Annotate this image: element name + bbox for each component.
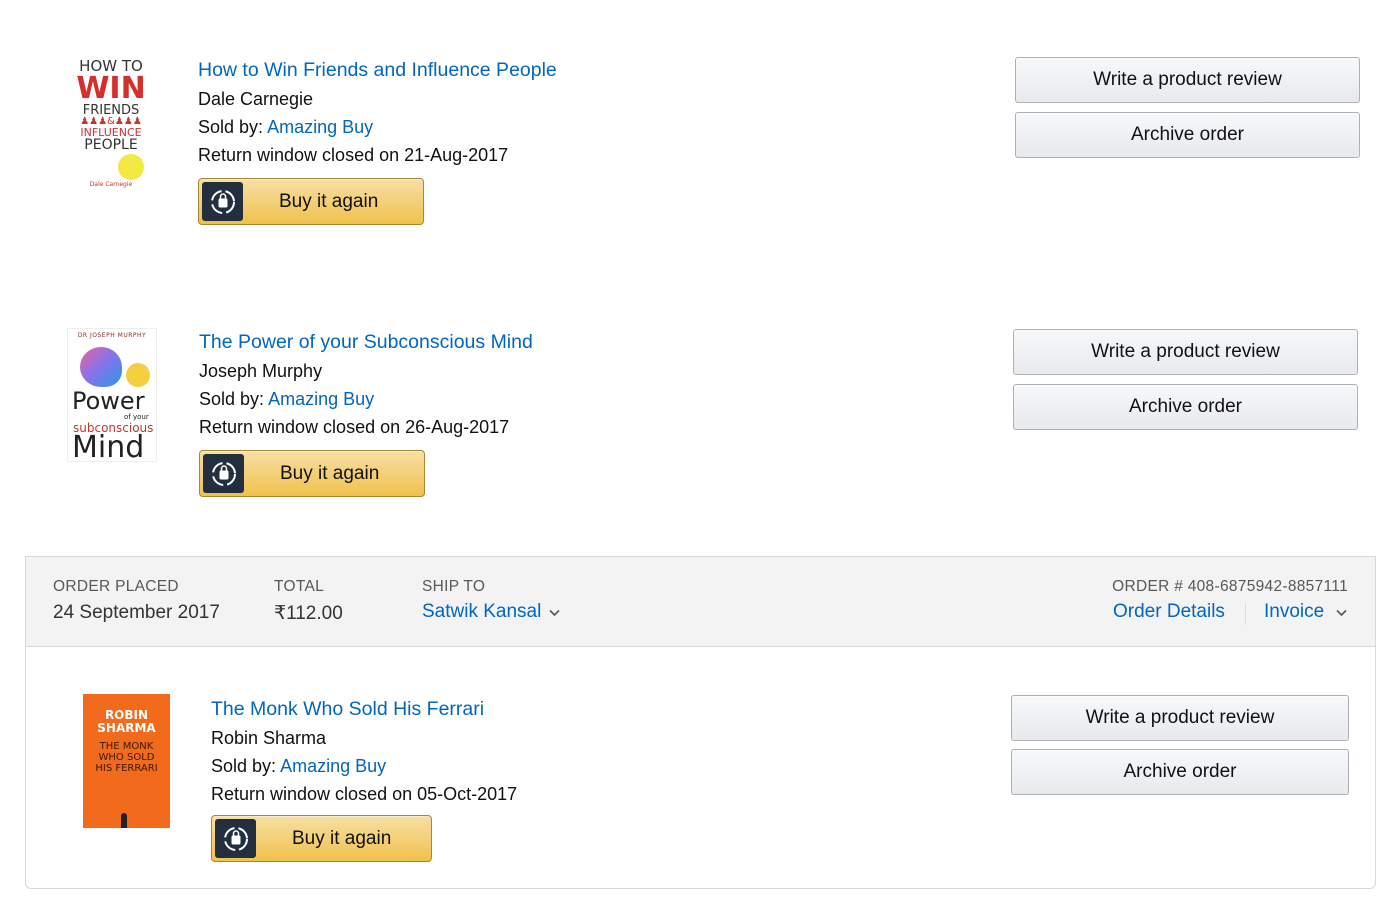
cover-head-art: [80, 347, 122, 387]
ship-to-dropdown[interactable]: Satwik Kansal: [422, 601, 560, 623]
order-placed-label: ORDER PLACED: [53, 578, 179, 595]
order-details-link[interactable]: Order Details: [1113, 601, 1225, 623]
buy-it-again-label: Buy it again: [280, 462, 380, 484]
cover-figure-icon: [121, 813, 127, 828]
cover-text: PEOPLE: [84, 137, 138, 153]
product-author: Robin Sharma: [211, 728, 327, 748]
write-review-button[interactable]: Write a product review: [1013, 329, 1358, 375]
cover-text: Mind: [72, 430, 145, 462]
ship-to-name: Satwik Kansal: [422, 601, 542, 622]
cover-badge: [126, 363, 150, 387]
order-item: HOW TO WIN FRIENDS ♟♟♟&♟♟♟ INFLUENCE PEO…: [0, 0, 1400, 260]
buy-it-again-button[interactable]: Buy it again: [211, 815, 432, 862]
write-review-button[interactable]: Write a product review: [1015, 57, 1360, 103]
archive-order-button[interactable]: Archive order: [1015, 112, 1360, 158]
cover-text: WHO SOLD: [98, 752, 155, 764]
buy-it-again-label: Buy it again: [279, 190, 379, 212]
return-window-text: Return window closed on 21-Aug-2017: [198, 145, 509, 165]
reorder-bag-icon: [202, 182, 243, 221]
order-placed-date: 24 September 2017: [53, 602, 220, 623]
buy-it-again-button[interactable]: Buy it again: [198, 178, 424, 225]
cover-badge: [118, 154, 144, 180]
product-title-link[interactable]: How to Win Friends and Influence People: [198, 58, 557, 82]
archive-order-button[interactable]: Archive order: [1011, 749, 1349, 795]
seller-link[interactable]: Amazing Buy: [280, 756, 386, 776]
cover-text: WIN: [76, 71, 146, 106]
book-cover-image[interactable]: HOW TO WIN FRIENDS ♟♟♟&♟♟♟ INFLUENCE PEO…: [72, 55, 150, 195]
sold-by: Sold by: Amazing Buy: [211, 754, 517, 778]
order-total: ₹112.00: [274, 603, 343, 624]
write-review-button[interactable]: Write a product review: [1011, 695, 1349, 741]
product-title-link[interactable]: The Power of your Subconscious Mind: [199, 330, 533, 354]
cover-text: HIS FERRARI: [95, 763, 158, 775]
sold-by: Sold by: Amazing Buy: [199, 387, 533, 411]
cover-text: Power: [72, 387, 145, 415]
link-divider: [1245, 603, 1246, 625]
ship-to-label: SHIP TO: [422, 578, 486, 595]
cover-text: of your: [124, 413, 149, 421]
reorder-bag-icon: [215, 819, 256, 858]
buy-it-again-button[interactable]: Buy it again: [199, 450, 425, 497]
sold-by: Sold by: Amazing Buy: [198, 115, 557, 139]
cover-text: THE MONK: [99, 741, 154, 753]
cover-text: SHARMA: [97, 721, 156, 736]
order-header: ORDER PLACED 24 September 2017 TOTAL ₹11…: [26, 557, 1375, 647]
return-window-text: Return window closed on 26-Aug-2017: [199, 417, 510, 437]
book-cover-image[interactable]: DR JOSEPH MURPHY Power of your subconsci…: [67, 328, 157, 462]
total-label: TOTAL: [274, 578, 325, 595]
sold-by-label: Sold by:: [198, 117, 264, 137]
seller-link[interactable]: Amazing Buy: [267, 117, 373, 137]
chevron-down-icon: [549, 601, 560, 623]
invoice-dropdown[interactable]: Invoice: [1264, 601, 1347, 623]
order-item: DR JOSEPH MURPHY Power of your subconsci…: [0, 270, 1400, 540]
return-window-text: Return window closed on 05-Oct-2017: [211, 784, 518, 804]
reorder-bag-icon: [203, 454, 244, 493]
product-title-link[interactable]: The Monk Who Sold His Ferrari: [211, 697, 517, 721]
buy-it-again-label: Buy it again: [292, 827, 392, 849]
book-cover-image[interactable]: ROBIN SHARMA THE MONK WHO SOLD HIS FERRA…: [83, 694, 170, 828]
product-author: Dale Carnegie: [198, 89, 314, 109]
chevron-down-icon: [1336, 601, 1347, 623]
invoice-label: Invoice: [1264, 601, 1325, 622]
cover-text: Dale Carnegie: [89, 181, 133, 188]
cover-text: DR JOSEPH MURPHY: [77, 332, 147, 339]
archive-order-button[interactable]: Archive order: [1013, 384, 1358, 430]
order-number: ORDER # 408-6875942-8857111: [1112, 578, 1348, 595]
sold-by-label: Sold by:: [211, 756, 277, 776]
product-author: Joseph Murphy: [199, 361, 323, 381]
seller-link[interactable]: Amazing Buy: [268, 389, 374, 409]
order-card: ORDER PLACED 24 September 2017 TOTAL ₹11…: [25, 556, 1376, 889]
sold-by-label: Sold by:: [199, 389, 265, 409]
